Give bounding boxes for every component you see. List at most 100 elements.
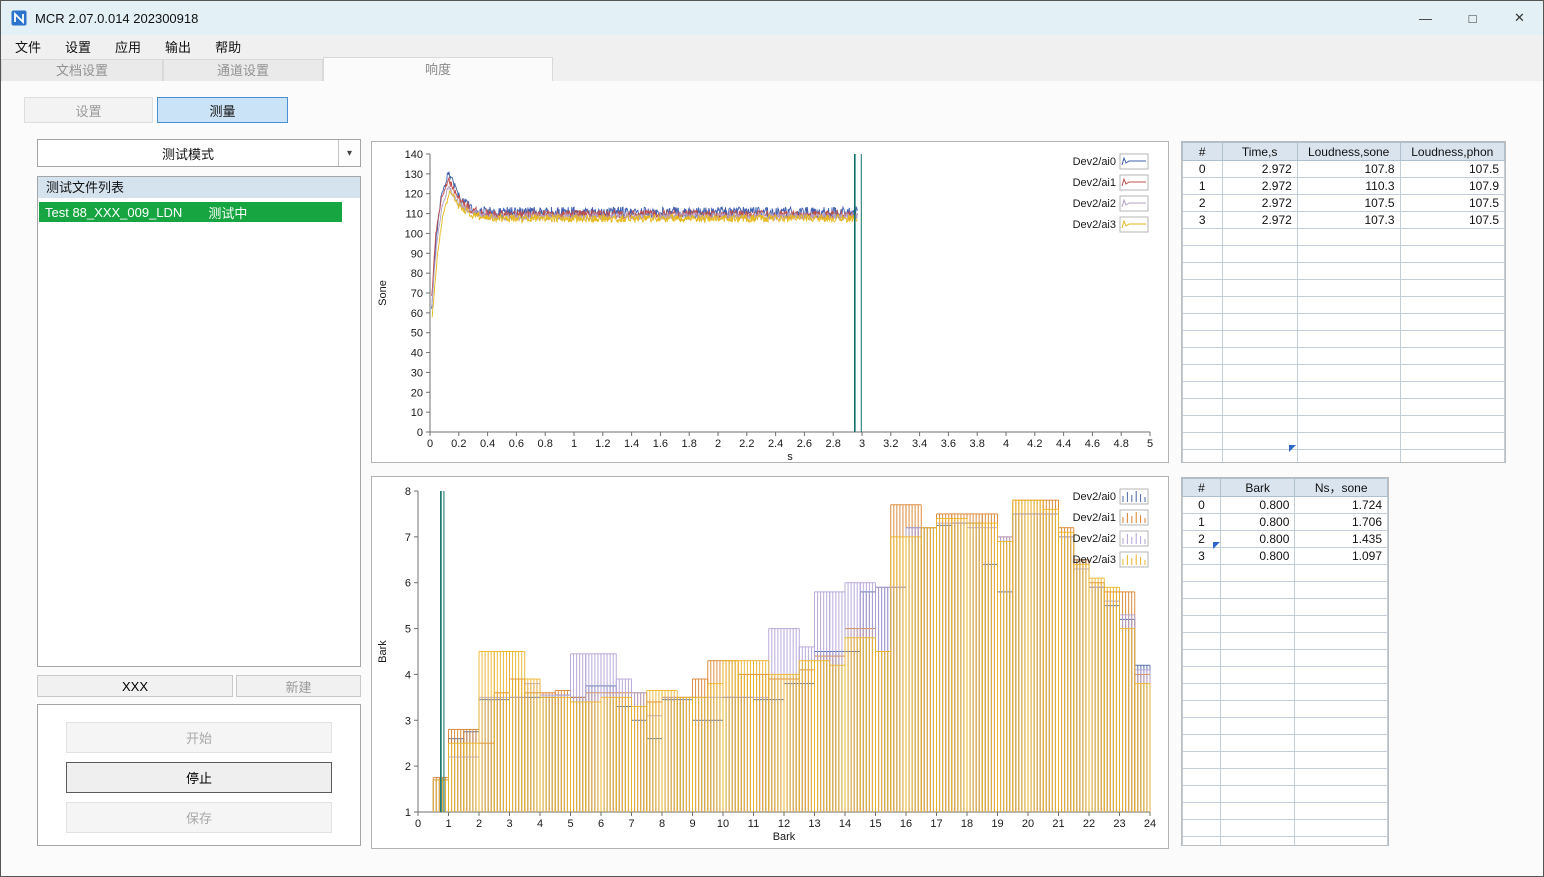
menu-output[interactable]: 输出 <box>153 35 203 57</box>
table-row[interactable]: 0 2.972 107.8 107.5 <box>1182 160 1505 178</box>
stop-button[interactable]: 停止 <box>66 762 332 793</box>
table-row[interactable]: 3 0.800 1.097 <box>1182 547 1388 565</box>
svg-text:140: 140 <box>405 149 423 161</box>
table-row-empty <box>1182 245 1505 263</box>
table-row-empty <box>1182 449 1505 462</box>
table-row-empty <box>1182 381 1505 399</box>
column-header: # <box>1182 478 1222 497</box>
tab-document-settings[interactable]: 文档设置 <box>1 59 163 81</box>
svg-text:60: 60 <box>411 308 423 320</box>
svg-text:Dev2/ai0: Dev2/ai0 <box>1073 156 1116 168</box>
table-row[interactable]: 0 0.800 1.724 <box>1182 496 1388 514</box>
table-row[interactable]: 1 0.800 1.706 <box>1182 513 1388 531</box>
svg-text:10: 10 <box>717 818 729 830</box>
svg-text:Sone: Sone <box>377 280 389 306</box>
svg-text:Dev2/ai1: Dev2/ai1 <box>1073 512 1116 524</box>
window-controls: — □ ✕ <box>1402 1 1543 35</box>
maximize-icon[interactable]: □ <box>1449 1 1496 35</box>
svg-text:Bark: Bark <box>773 831 796 843</box>
xxx-button[interactable]: XXX <box>37 675 233 697</box>
svg-text:21: 21 <box>1052 818 1064 830</box>
close-icon[interactable]: ✕ <box>1496 1 1543 35</box>
svg-text:3: 3 <box>506 818 512 830</box>
svg-text:0: 0 <box>417 427 423 439</box>
svg-text:3: 3 <box>405 715 411 727</box>
table-header-row: # Bark Ns，sone <box>1182 478 1388 497</box>
svg-text:30: 30 <box>411 367 423 379</box>
svg-text:2.8: 2.8 <box>826 438 841 450</box>
svg-text:23: 23 <box>1113 818 1125 830</box>
menu-file[interactable]: 文件 <box>3 35 53 57</box>
column-header: Loudness,sone <box>1296 142 1401 161</box>
menu-apply[interactable]: 应用 <box>103 35 153 57</box>
svg-text:4: 4 <box>537 818 543 830</box>
svg-text:1: 1 <box>445 818 451 830</box>
column-header: Loudness,phon <box>1399 142 1505 161</box>
subtab-settings[interactable]: 设置 <box>24 97 153 123</box>
table-row-empty <box>1182 836 1388 845</box>
legend-entry: Dev2/ai3 <box>1073 551 1149 568</box>
list-item[interactable]: Test 88_XXX_009_LDN 测试中 <box>39 202 342 222</box>
legend-entry: Dev2/ai0 <box>1073 153 1149 170</box>
svg-text:130: 130 <box>405 169 423 181</box>
tab-channel-settings[interactable]: 通道设置 <box>163 59 323 81</box>
subtab-measure[interactable]: 测量 <box>157 97 288 123</box>
table-row-empty <box>1182 347 1505 365</box>
svg-text:4.4: 4.4 <box>1056 438 1071 450</box>
svg-text:70: 70 <box>411 288 423 300</box>
test-file-status: 测试中 <box>208 205 248 221</box>
svg-text:4.2: 4.2 <box>1027 438 1042 450</box>
test-mode-value: 测试模式 <box>161 146 214 162</box>
svg-text:7: 7 <box>628 818 634 830</box>
table-row-empty <box>1182 296 1505 314</box>
table-row-empty <box>1182 279 1505 297</box>
measurement-control-box: 开始 停止 保存 <box>37 704 361 846</box>
save-button[interactable]: 保存 <box>66 802 332 833</box>
series-Dev2/ai2 <box>432 513 1151 812</box>
table-row-empty <box>1182 802 1388 820</box>
svg-text:0: 0 <box>415 818 421 830</box>
svg-text:2.4: 2.4 <box>768 438 783 450</box>
svg-text:12: 12 <box>778 818 790 830</box>
svg-text:3.4: 3.4 <box>912 438 927 450</box>
svg-text:8: 8 <box>405 486 411 498</box>
svg-text:1.8: 1.8 <box>682 438 697 450</box>
svg-text:16: 16 <box>900 818 912 830</box>
window-title: MCR 2.07.0.014 202300918 <box>35 10 199 26</box>
table-row[interactable]: 3 2.972 107.3 107.5 <box>1182 211 1505 229</box>
svg-text:0.6: 0.6 <box>509 438 524 450</box>
svg-text:3.8: 3.8 <box>970 438 985 450</box>
menu-help[interactable]: 帮助 <box>203 35 253 57</box>
svg-text:18: 18 <box>961 818 973 830</box>
legend-entry: Dev2/ai0 <box>1073 488 1149 505</box>
legend-entry: Dev2/ai2 <box>1073 195 1149 212</box>
table-row-empty <box>1182 581 1388 599</box>
table-row[interactable]: 1 2.972 110.3 107.9 <box>1182 177 1505 195</box>
svg-text:13: 13 <box>808 818 820 830</box>
chevron-down-icon[interactable]: ▾ <box>338 140 360 166</box>
svg-text:8: 8 <box>659 818 665 830</box>
svg-text:2: 2 <box>715 438 721 450</box>
start-button[interactable]: 开始 <box>66 722 332 753</box>
legend-entry: Dev2/ai3 <box>1073 216 1149 233</box>
svg-text:1: 1 <box>405 807 411 819</box>
minimize-icon[interactable]: — <box>1402 1 1449 35</box>
test-mode-dropdown[interactable]: 测试模式 ▾ <box>37 139 361 167</box>
table-row-empty <box>1182 700 1388 718</box>
table-row-empty <box>1182 330 1505 348</box>
svg-text:5: 5 <box>1147 438 1153 450</box>
app-icon <box>11 10 27 26</box>
svg-text:Dev2/ai2: Dev2/ai2 <box>1073 198 1116 210</box>
table-row[interactable]: 2 2.972 107.5 107.5 <box>1182 194 1505 212</box>
series-Dev2/ai2 <box>431 185 858 306</box>
loudness-time-chart-panel: 0 0.2 0.4 0.6 0.8 1 1.2 1.4 1.6 1.8 2 2.2 2.4 2.6 2.8 3… <box>371 141 1169 463</box>
menu-settings[interactable]: 设置 <box>53 35 103 57</box>
svg-text:14: 14 <box>839 818 851 830</box>
svg-text:Bark: Bark <box>377 640 389 663</box>
new-button[interactable]: 新建 <box>236 675 361 697</box>
column-header: Bark <box>1220 478 1296 497</box>
svg-text:1: 1 <box>571 438 577 450</box>
tab-loudness[interactable]: 响度 <box>323 57 553 81</box>
svg-text:0.2: 0.2 <box>451 438 466 450</box>
svg-text:9: 9 <box>689 818 695 830</box>
